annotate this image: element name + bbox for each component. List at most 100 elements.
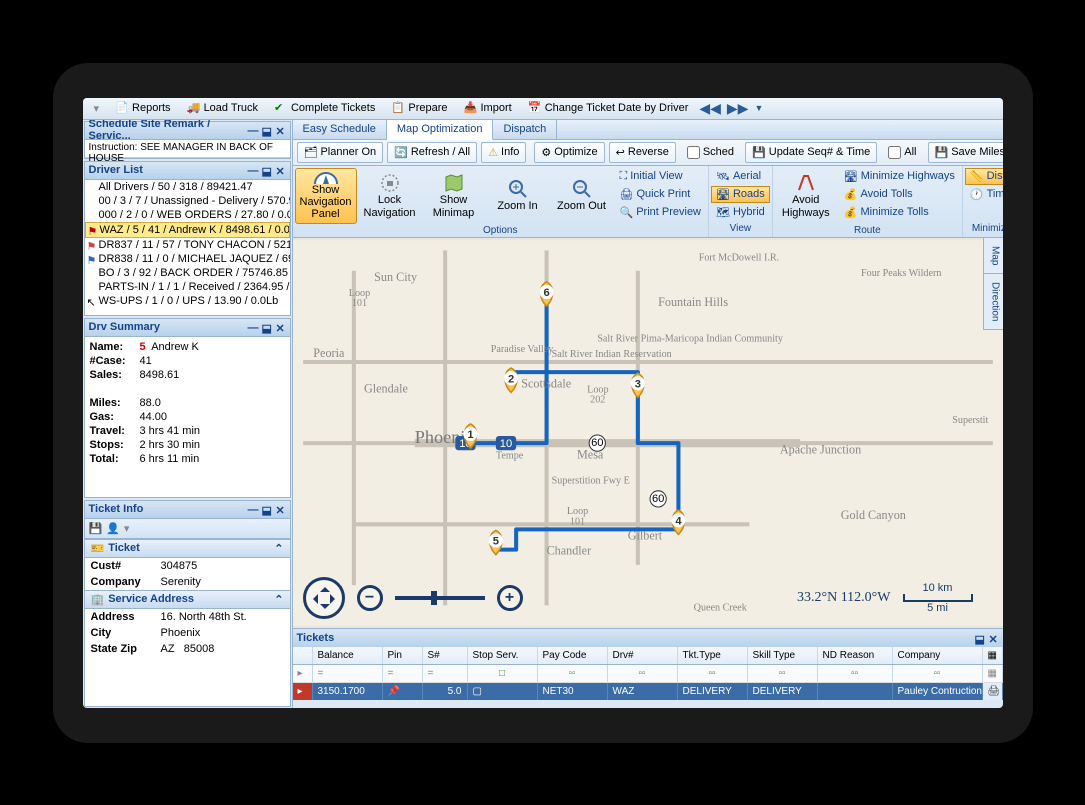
map-viewport[interactable]: Sun City Peoria Glendale Phoenix Scottsd…	[293, 238, 1003, 628]
save-miles-button[interactable]: 💾Save Miles	[928, 142, 1003, 163]
quick-print-button[interactable]: 🖨Quick Print	[615, 186, 707, 203]
pin-icon[interactable]: ⬓	[975, 633, 985, 643]
driver-row-selected[interactable]: ⚑WAZ / 5 / 41 / Andrew K / 8498.61 / 0.0…	[85, 222, 290, 238]
svg-text:3: 3	[634, 378, 640, 390]
col-sn[interactable]: S#	[423, 647, 468, 664]
map-controls: − + 33.2°N 112.0°W 10 km 5 mi	[303, 578, 973, 618]
user-icon[interactable]: 👤	[106, 522, 120, 535]
row-selector-col[interactable]	[293, 647, 313, 664]
zoom-in-circle[interactable]: +	[497, 585, 523, 611]
summary-miles: Miles:88.0	[90, 396, 285, 410]
col-nd[interactable]: ND Reason	[818, 647, 893, 664]
compass-icon	[313, 171, 339, 185]
toll-icon: 💰	[844, 206, 858, 219]
minimize-icon[interactable]: —	[248, 165, 258, 175]
tab-easy-schedule[interactable]: Easy Schedule	[293, 120, 387, 139]
save-icon[interactable]: 💾	[89, 522, 103, 535]
min-hwy-button[interactable]: 🛣Minimize Highways	[839, 168, 960, 185]
minimize-icon[interactable]: —	[248, 125, 258, 135]
col-pay[interactable]: Pay Code	[538, 647, 608, 664]
map-icon	[443, 172, 465, 194]
pin-icon[interactable]: ⬓	[262, 165, 272, 175]
complete-tickets-button[interactable]: ✔Complete Tickets	[267, 98, 382, 118]
address-section-header[interactable]: 🏢Service Address⌃	[85, 590, 290, 609]
col-pin[interactable]: Pin	[383, 647, 423, 664]
driver-row[interactable]: 00 / 3 / 7 / Unassigned - Delivery / 570…	[85, 194, 290, 208]
reverse-button[interactable]: ↩Reverse	[609, 142, 676, 163]
close-icon[interactable]: ✕	[989, 633, 999, 643]
minimize-icon[interactable]: —	[248, 322, 258, 332]
col-tkt[interactable]: Tkt.Type	[678, 647, 748, 664]
svg-text:Chandler: Chandler	[546, 543, 591, 557]
min-tolls-button[interactable]: 💰Minimize Tolls	[839, 204, 960, 221]
distance-button[interactable]: 📏Distance	[965, 168, 1003, 185]
ticket-section-header[interactable]: 🎫Ticket⌃	[85, 539, 290, 558]
pin-icon[interactable]: ⬓	[262, 504, 272, 514]
tab-map-optimization[interactable]: Map Optimization	[387, 120, 494, 140]
driver-row[interactable]: 000 / 2 / 0 / WEB ORDERS / 27.80 / 0.0Lb	[85, 208, 290, 222]
check-icon: ✔	[274, 101, 288, 115]
grid-data-row[interactable]: ▸ 3150.1700 📌 5.0 ▢ NET30 WAZ DELIVERY D…	[293, 683, 1003, 700]
col-drv[interactable]: Drv#	[608, 647, 678, 664]
print-preview-button[interactable]: 🔍Print Preview	[615, 204, 707, 221]
import-button[interactable]: 📥Import	[457, 98, 519, 118]
aerial-button[interactable]: 🛰Aerial	[711, 168, 770, 185]
update-seq-button[interactable]: 💾Update Seq# & Time	[745, 142, 877, 163]
col-stop[interactable]: Stop Serv.	[468, 647, 538, 664]
initial-view-button[interactable]: ⛶Initial View	[615, 168, 707, 185]
zoom-in-button[interactable]: Zoom In	[487, 168, 549, 224]
col-skill[interactable]: Skill Type	[748, 647, 818, 664]
grid-filter-row[interactable]: ▸ = = = □ ▫▫ ▫▫ ▫▫ ▫▫ ▫▫ ▫▫ ▦	[293, 665, 1003, 683]
zoom-slider[interactable]	[395, 596, 485, 600]
close-icon[interactable]: ✕	[276, 165, 286, 175]
zoom-out-button[interactable]: Zoom Out	[551, 168, 613, 224]
load-truck-button[interactable]: 🚚Load Truck	[180, 98, 265, 118]
zoom-out-circle[interactable]: −	[357, 585, 383, 611]
driver-row[interactable]: All Drivers / 50 / 318 / 89421.47	[85, 180, 290, 194]
refresh-button[interactable]: 🔄Refresh / All	[387, 142, 477, 163]
driver-row[interactable]: ⚑DR837 / 11 / 57 / TONY CHACON / 521.59	[85, 238, 290, 252]
info-button[interactable]: ⚠Info	[481, 142, 526, 163]
driver-row[interactable]: BO / 3 / 92 / BACK ORDER / 75746.85 / 0	[85, 266, 290, 280]
nav-prev-icon[interactable]: ◀◀	[697, 100, 723, 117]
hybrid-button[interactable]: 🗺Hybrid	[711, 204, 770, 221]
nav-pan-control[interactable]	[303, 577, 345, 619]
minimap-button[interactable]: Show Minimap	[423, 168, 485, 224]
prepare-button[interactable]: 📋Prepare	[384, 98, 454, 118]
avoid-tolls-button[interactable]: 💰Avoid Tolls	[839, 186, 960, 203]
close-icon[interactable]: ✕	[276, 322, 286, 332]
optimize-button[interactable]: ⚙Optimize	[534, 142, 604, 163]
aerial-icon: 🛰	[716, 170, 730, 183]
col-balance[interactable]: Balance	[313, 647, 383, 664]
driver-row[interactable]: ↖WS-UPS / 1 / 0 / UPS / 13.90 / 0.0Lb	[85, 294, 290, 308]
nav-dropdown-icon[interactable]: ▼	[752, 103, 765, 113]
reports-button[interactable]: 📄Reports	[108, 98, 178, 118]
pin-icon[interactable]: ⬓	[262, 125, 272, 135]
side-tab-map[interactable]: Map	[984, 238, 1003, 274]
close-icon[interactable]: ✕	[276, 504, 286, 514]
avoid-hwy-button[interactable]: Avoid Highways	[775, 168, 837, 224]
driver-row[interactable]: ⚑DR838 / 11 / 0 / MICHAEL JAQUEZ / 69.50	[85, 252, 290, 266]
pin-icon[interactable]: ⬓	[262, 322, 272, 332]
planner-button[interactable]: 🗂Planner On	[297, 142, 384, 163]
lock-icon	[379, 172, 401, 194]
sched-checkbox[interactable]: Sched	[680, 142, 741, 163]
nav-next-icon[interactable]: ▶▶	[725, 100, 751, 117]
summary-sales: Sales:8498.61	[90, 368, 285, 382]
minimize-icon[interactable]: —	[248, 504, 258, 514]
change-date-button[interactable]: 📅Change Ticket Date by Driver	[521, 98, 696, 118]
close-icon[interactable]: ✕	[276, 125, 286, 135]
dropdown-arrow[interactable]: ▾	[87, 99, 107, 118]
time-button[interactable]: 🕐Time	[965, 186, 1003, 203]
lock-nav-button[interactable]: Lock Navigation	[359, 168, 421, 224]
excel-icon[interactable]: ▦	[983, 647, 1003, 664]
tab-dispatch[interactable]: Dispatch	[493, 120, 557, 139]
all-checkbox[interactable]: All	[881, 142, 923, 163]
info-icon: ⚠	[488, 146, 498, 159]
preview-icon: 🔍	[620, 206, 634, 219]
driver-row[interactable]: PARTS-IN / 1 / 1 / Received / 2364.95 / …	[85, 280, 290, 294]
roads-button[interactable]: 🛣Roads	[711, 186, 770, 203]
side-tab-direction[interactable]: Direction	[984, 274, 1003, 330]
show-nav-button[interactable]: Show Navigation Panel	[295, 168, 357, 224]
col-company[interactable]: Company	[893, 647, 983, 664]
